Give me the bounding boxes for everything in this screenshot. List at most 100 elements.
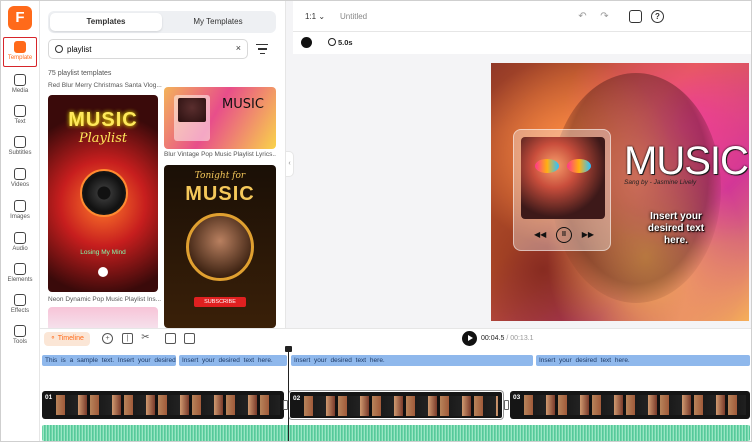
text-clip[interactable]: Insert your desired text here.	[179, 355, 287, 366]
subtitles-icon	[14, 136, 26, 148]
rail-item-subtitles[interactable]: Subtitles	[3, 133, 37, 163]
template-thumbnail-music-playlist[interactable]: MUSIC Playlist Losing My Mind	[48, 95, 158, 292]
duration-control[interactable]: 5.0s	[328, 38, 353, 47]
preview-canvas[interactable]: ◀◀ II ▶▶ MUSIC Sang by - Jasmine Lively …	[491, 63, 749, 321]
audio-icon	[14, 232, 26, 244]
help-icon[interactable]: ?	[651, 10, 664, 23]
undo-icon[interactable]: ↶	[576, 10, 589, 23]
timecode: 00:04.5 / 00:13.1	[481, 335, 534, 342]
template-thumbnail-neon-pop[interactable]	[48, 307, 158, 328]
left-rail: F Template Media Text Subtitles Videos I…	[1, 1, 40, 441]
duplicate-icon[interactable]	[165, 333, 176, 344]
subscribe-badge: SUBSCRIBE	[194, 297, 246, 307]
transition-handle[interactable]	[504, 400, 509, 410]
rail-item-label: Subtitles	[8, 150, 32, 156]
next-icon[interactable]: ▶▶	[582, 230, 594, 239]
effects-icon	[14, 294, 26, 306]
video-clip[interactable]: 01	[42, 391, 284, 419]
canvas-title-text[interactable]: MUSIC	[624, 141, 749, 181]
collapse-panel-button[interactable]: ‹	[285, 151, 294, 177]
scissors-icon[interactable]: ✂	[140, 333, 151, 344]
aspect-ratio-select[interactable]: 1:1 ⌄	[305, 12, 325, 21]
chevron-down-icon: ⌄	[318, 12, 326, 21]
text-icon	[14, 105, 26, 117]
videos-icon	[14, 168, 26, 180]
clip-number: 01	[45, 394, 53, 401]
music-player-card[interactable]: ◀◀ II ▶▶	[513, 129, 611, 251]
tab-my-templates[interactable]: My Templates	[162, 13, 274, 31]
thumbnail-subtitle: Playlist	[78, 131, 128, 146]
thumbnail-title: MUSIC	[68, 109, 138, 131]
rail-item-media[interactable]: Media	[3, 71, 37, 101]
template-thumbnail-tonight-music[interactable]: Tonight for MUSIC SUBSCRIBE	[164, 165, 276, 328]
canvas-artist-text[interactable]: Sang by - Jasmine Lively	[624, 179, 696, 186]
clip-number: 03	[513, 394, 521, 401]
player-controls: ◀◀ II ▶▶	[534, 227, 594, 243]
rail-item-images[interactable]: Images	[3, 197, 37, 227]
timeline-tracks: This is a sample text. Insert your desir…	[40, 346, 751, 441]
clip-number: 02	[293, 395, 301, 402]
template-caption: Red Blur Merry Christmas Santa Vlog...	[48, 82, 162, 89]
rail-item-effects[interactable]: Effects	[3, 291, 37, 321]
playhead[interactable]	[285, 346, 292, 441]
rail-item-label: Template	[7, 55, 33, 61]
rail-item-label: Images	[10, 214, 30, 220]
duration-value: 5.0s	[338, 38, 353, 47]
split-icon[interactable]: |	[122, 333, 133, 344]
sunglasses-lens-right	[567, 159, 591, 173]
filter-icon[interactable]	[254, 41, 270, 57]
video-clip-selected[interactable]: 02	[289, 391, 503, 419]
rail-item-videos[interactable]: Videos	[3, 165, 37, 195]
rail-item-label: Videos	[10, 182, 30, 188]
search-input[interactable]	[67, 43, 227, 56]
current-time: 00:04.5	[481, 335, 505, 342]
panel-tabs: Templates My Templates	[48, 11, 276, 33]
editor-window: F Template Media Text Subtitles Videos I…	[0, 0, 752, 442]
add-icon[interactable]: +	[102, 333, 113, 344]
template-panel: Templates My Templates × 75 playlist tem…	[40, 1, 286, 328]
text-clip[interactable]: Insert your desired text here.	[536, 355, 750, 366]
text-clip[interactable]: Insert your desired text here.	[291, 355, 533, 366]
clock-icon	[328, 38, 336, 46]
template-icon	[14, 41, 26, 53]
text-clip[interactable]: This is a sample text. Insert your desir…	[42, 355, 176, 366]
canvas-body-text[interactable]: Insert your desired text here.	[641, 211, 711, 247]
redo-icon[interactable]: ↷	[598, 10, 611, 23]
document-title[interactable]: Untitled	[340, 12, 367, 21]
timeline-icon: ⚬	[50, 335, 56, 342]
rail-item-audio[interactable]: Audio	[3, 229, 37, 259]
media-icon	[14, 74, 26, 86]
rail-item-elements[interactable]: Elements	[3, 260, 37, 290]
audio-waveform-track[interactable]	[42, 425, 750, 441]
portrait-ring-image	[186, 213, 254, 281]
tab-templates[interactable]: Templates	[50, 13, 162, 31]
clip-frames	[56, 395, 280, 415]
timeline-button[interactable]: ⚬ Timeline	[44, 332, 90, 346]
rail-item-label: Audio	[12, 246, 28, 252]
pause-icon[interactable]: II	[556, 227, 572, 243]
thumbnail-song: Losing My Mind	[80, 249, 126, 256]
delete-icon[interactable]	[184, 333, 195, 344]
result-count: 75 playlist templates	[48, 70, 112, 77]
rail-item-text[interactable]: Text	[3, 102, 37, 132]
rail-item-template[interactable]: Template	[3, 37, 37, 67]
play-button[interactable]	[462, 331, 477, 346]
template-thumbnail-vintage-pop[interactable]: MUSIC	[164, 87, 276, 149]
template-caption: Blur Vintage Pop Music Playlist Lyrics..…	[164, 151, 276, 158]
search-box: ×	[48, 39, 248, 59]
rail-item-label: Text	[14, 119, 26, 125]
thumbnail-title: MUSIC	[222, 97, 264, 112]
thumbnail-player-controls	[66, 267, 140, 277]
clear-search-icon[interactable]: ×	[236, 43, 241, 53]
previous-icon[interactable]: ◀◀	[534, 230, 546, 239]
video-clip[interactable]: 03	[510, 391, 750, 419]
template-caption: Neon Dynamic Pop Music Playlist Ins...	[48, 296, 162, 303]
rail-item-label: Effects	[10, 308, 30, 314]
app-logo: F	[8, 6, 32, 30]
thumbnail-kicker: Tonight for	[194, 171, 246, 181]
rail-item-tools[interactable]: Tools	[3, 322, 37, 352]
aspect-ratio-value: 1:1	[305, 12, 317, 21]
background-color-picker[interactable]	[301, 37, 312, 48]
images-icon	[14, 200, 26, 212]
screenshot-icon[interactable]	[629, 10, 642, 23]
